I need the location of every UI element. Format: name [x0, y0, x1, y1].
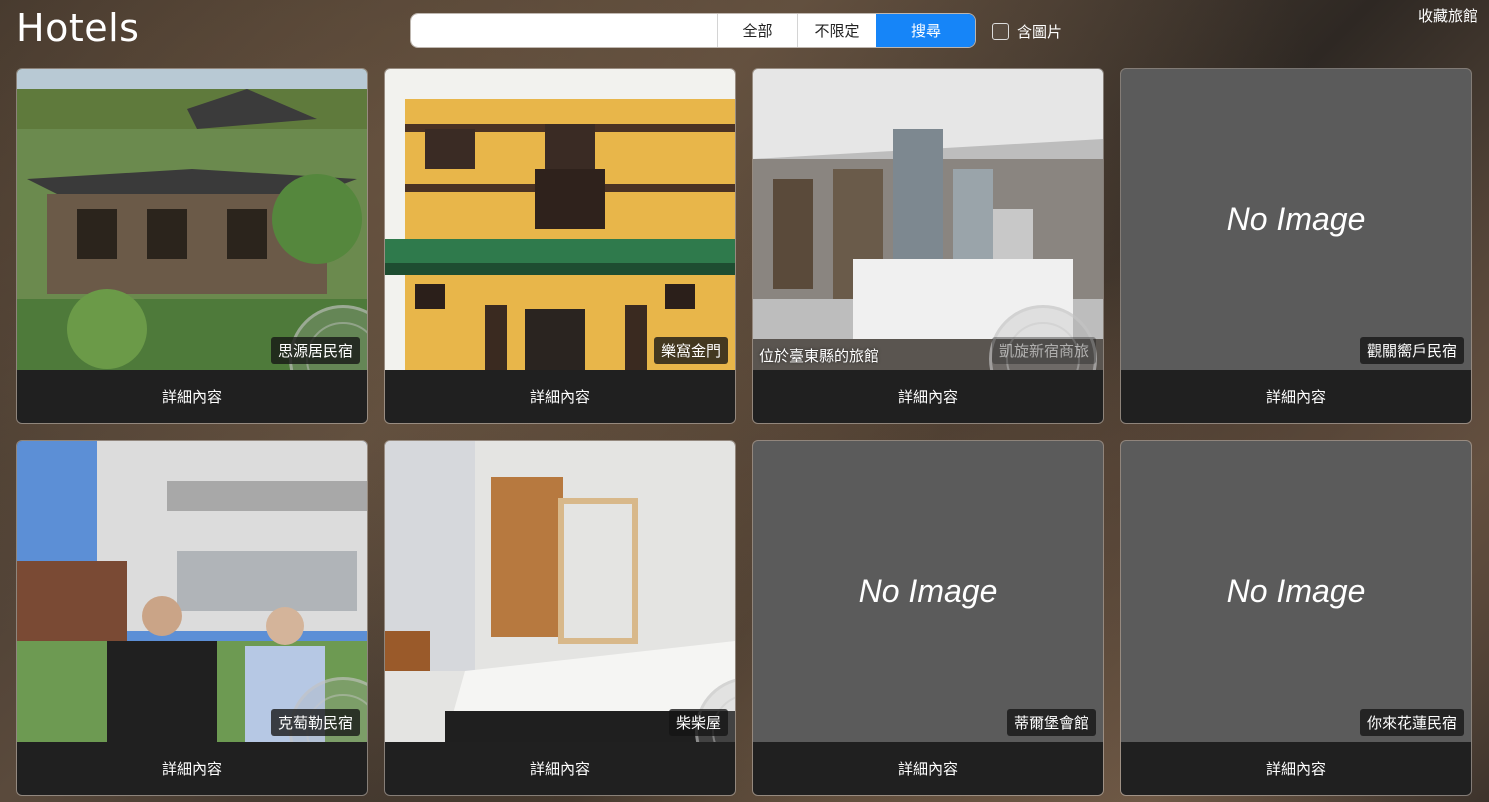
search-input[interactable]: [411, 14, 717, 47]
no-image-placeholder[interactable]: No Image: [753, 441, 1103, 742]
filter-any-button[interactable]: 不限定: [797, 14, 876, 47]
hotel-photo[interactable]: [753, 69, 1103, 370]
details-button[interactable]: 詳細內容: [753, 370, 1103, 423]
hotel-name-badge: 觀關嚮戶民宿: [1359, 337, 1464, 364]
hotel-card: No Image 蒂爾堡會館 詳細內容: [753, 441, 1103, 795]
hotel-name-badge: 樂窩金門: [653, 337, 728, 364]
building-photo-illustration: [385, 69, 735, 370]
details-button[interactable]: 詳細內容: [1121, 370, 1471, 423]
has-image-checkbox[interactable]: [992, 23, 1009, 40]
hotel-card: 柴柴屋 詳細內容: [385, 441, 735, 795]
details-button[interactable]: 詳細內容: [385, 370, 735, 423]
favorites-link[interactable]: 收藏旅館: [1418, 5, 1478, 26]
hotel-photo[interactable]: [17, 69, 367, 370]
no-image-placeholder[interactable]: No Image: [1121, 441, 1471, 742]
hotel-name-badge: 思源居民宿: [270, 337, 360, 364]
hotel-photo[interactable]: [385, 69, 735, 370]
hotel-name-badge: 你來花蓮民宿: [1359, 709, 1464, 736]
search-group: 全部 不限定 搜尋: [411, 14, 975, 47]
hotel-card: No Image 你來花蓮民宿 詳細內容: [1121, 441, 1471, 795]
hotel-card: No Image 觀關嚮戶民宿 詳細內容: [1121, 69, 1471, 423]
hotel-photo[interactable]: [17, 441, 367, 742]
hotel-grid: 思源居民宿 詳細內容 樂窩金門 詳細內容 位於臺東縣的旅館 凱旋新宿商旅 詳細內…: [17, 69, 1471, 795]
hotel-card: 樂窩金門 詳細內容: [385, 69, 735, 423]
has-image-filter[interactable]: 含圖片: [992, 21, 1062, 42]
page-title: Hotels: [16, 6, 140, 50]
hotel-photo[interactable]: [385, 441, 735, 742]
search-button[interactable]: 搜尋: [876, 14, 975, 47]
room-photo-illustration: [385, 441, 735, 742]
details-button[interactable]: 詳細內容: [1121, 742, 1471, 795]
top-bar: Hotels 全部 不限定 搜尋 含圖片 收藏旅館: [0, 0, 1489, 62]
hotel-name-badge: 凱旋新宿商旅: [991, 337, 1096, 364]
has-image-label: 含圖片: [1017, 23, 1063, 41]
hotel-name-badge: 柴柴屋: [668, 709, 728, 736]
hotel-card: 克萄勒民宿 詳細內容: [17, 441, 367, 795]
hotel-name-badge: 克萄勒民宿: [270, 709, 360, 736]
hotel-card: 思源居民宿 詳細內容: [17, 69, 367, 423]
details-button[interactable]: 詳細內容: [753, 742, 1103, 795]
hotel-card: 位於臺東縣的旅館 凱旋新宿商旅 詳細內容: [753, 69, 1103, 423]
details-button[interactable]: 詳細內容: [17, 370, 367, 423]
hotel-name-badge: 蒂爾堡會館: [1006, 709, 1096, 736]
details-button[interactable]: 詳細內容: [385, 742, 735, 795]
details-button[interactable]: 詳細內容: [17, 742, 367, 795]
hotel-location-caption: 位於臺東縣的旅館: [759, 347, 880, 365]
filter-all-button[interactable]: 全部: [717, 14, 797, 47]
no-image-placeholder[interactable]: No Image: [1121, 69, 1471, 370]
